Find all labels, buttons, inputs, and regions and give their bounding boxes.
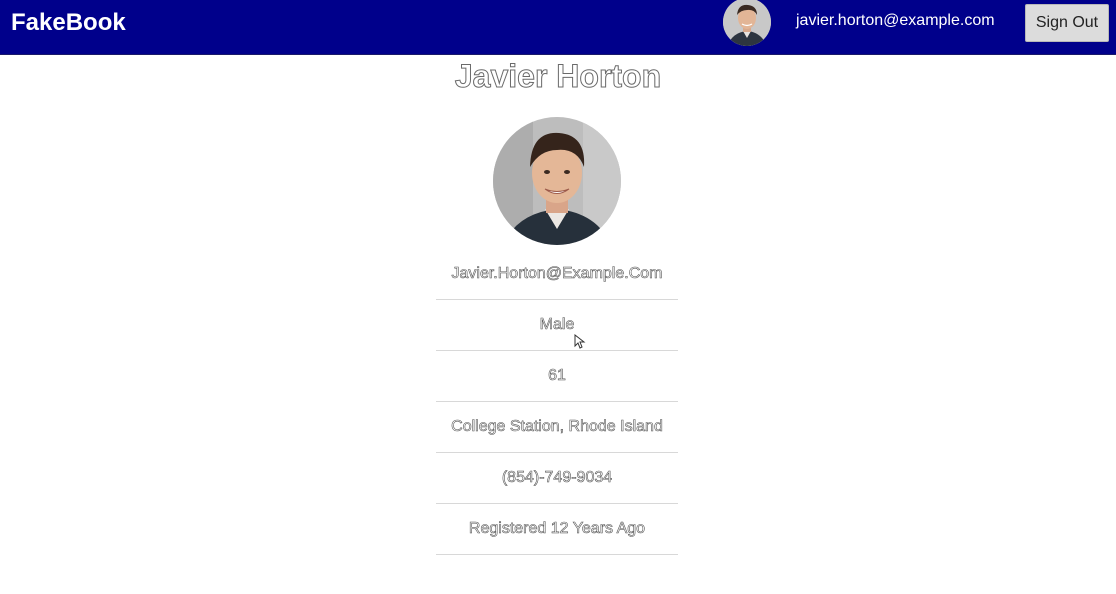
profile-gender: Male bbox=[436, 300, 678, 351]
header-avatar[interactable] bbox=[723, 0, 771, 46]
profile-photo-icon bbox=[493, 117, 621, 245]
avatar-photo-icon bbox=[723, 0, 771, 46]
profile-name: Javier Horton bbox=[454, 58, 662, 95]
mouse-pointer-icon bbox=[574, 334, 586, 349]
profile-email: Javier.Horton@Example.Com bbox=[436, 249, 678, 300]
sign-out-button[interactable]: Sign Out bbox=[1025, 4, 1109, 42]
profile-registered: Registered 12 Years Ago bbox=[436, 504, 678, 555]
navbar: FakeBook javier.horton@example.com Sign … bbox=[0, 0, 1116, 55]
profile-phone: (854)-749-9034 bbox=[436, 453, 678, 504]
profile-info-list: Javier.Horton@Example.Com Male 61 Colleg… bbox=[436, 249, 678, 555]
profile-location: College Station, Rhode Island bbox=[436, 402, 678, 453]
brand-logo[interactable]: FakeBook bbox=[11, 9, 126, 37]
header-user-email[interactable]: javier.horton@example.com bbox=[796, 12, 995, 30]
profile-photo bbox=[493, 117, 621, 245]
profile-age: 61 bbox=[436, 351, 678, 402]
